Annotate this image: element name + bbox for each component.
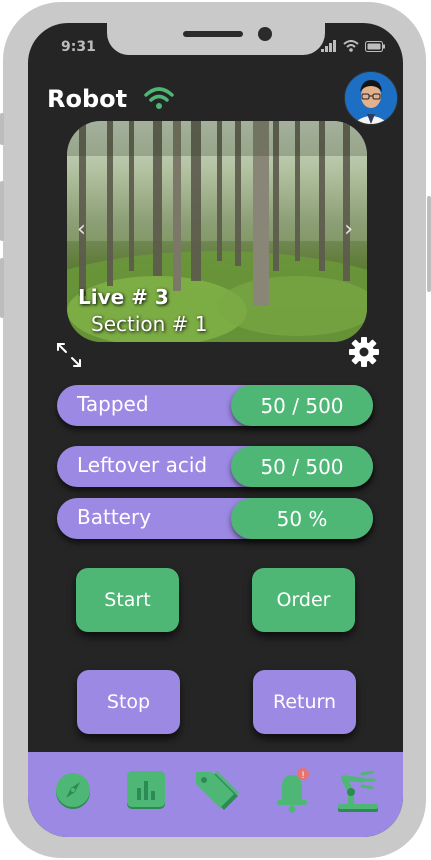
phone-power-button	[427, 196, 431, 292]
status-icons	[321, 40, 385, 52]
stat-label: Battery	[77, 505, 152, 529]
stat-bar-tapped: Tapped 50 / 500	[57, 385, 373, 426]
stat-value: 50 / 500	[231, 385, 373, 426]
phone-side-button	[0, 181, 4, 241]
svg-text:!: !	[301, 771, 305, 781]
live-camera-feed[interactable]: ‹ › Live # 3 Section # 1	[67, 121, 367, 342]
app-screen: 9:31 Robot ‹ › Live # 3 Section # 1 Tapp…	[28, 23, 403, 837]
nav-item-explore[interactable]	[54, 770, 92, 814]
stat-label: Leftover acid	[77, 453, 208, 477]
signal-icon	[321, 40, 336, 52]
stat-value: 50 / 500	[231, 446, 373, 487]
tags-icon	[196, 770, 240, 810]
stat-label: Tapped	[77, 392, 149, 416]
wifi-icon	[144, 87, 174, 109]
order-button[interactable]: Order	[252, 568, 355, 632]
bottom-navigation: !	[28, 752, 403, 837]
nav-item-robot[interactable]	[334, 768, 382, 818]
phone-side-button	[0, 113, 4, 145]
gear-icon[interactable]	[348, 336, 380, 368]
chevron-right-icon[interactable]: ›	[344, 217, 353, 242]
battery-status-icon	[365, 40, 385, 52]
robot-arm-icon	[338, 770, 378, 812]
avatar[interactable]	[344, 71, 398, 125]
stop-button[interactable]: Stop	[77, 670, 180, 734]
bell-icon: !	[277, 768, 309, 813]
return-button[interactable]: Return	[253, 670, 356, 734]
compass-icon	[56, 773, 90, 809]
stat-value: 50 %	[231, 498, 373, 539]
nav-item-notifications[interactable]: !	[274, 767, 310, 817]
live-label: Live # 3	[78, 285, 169, 309]
nav-item-tags[interactable]	[194, 770, 242, 816]
section-label: Section # 1	[91, 312, 208, 336]
nav-item-stats[interactable]	[126, 770, 166, 814]
chart-icon	[127, 771, 165, 809]
stat-bar-leftover-acid: Leftover acid 50 / 500	[57, 446, 373, 487]
expand-icon[interactable]	[54, 340, 84, 370]
stat-bar-battery: Battery 50 %	[57, 498, 373, 539]
phone-side-button	[0, 258, 4, 318]
front-camera	[258, 27, 272, 41]
wifi-status-icon	[343, 40, 359, 52]
chevron-left-icon[interactable]: ‹	[77, 217, 86, 242]
app-title: Robot	[47, 85, 128, 113]
notch	[107, 23, 325, 55]
start-button[interactable]: Start	[76, 568, 179, 632]
speaker	[183, 31, 243, 37]
status-time: 9:31	[61, 39, 96, 55]
